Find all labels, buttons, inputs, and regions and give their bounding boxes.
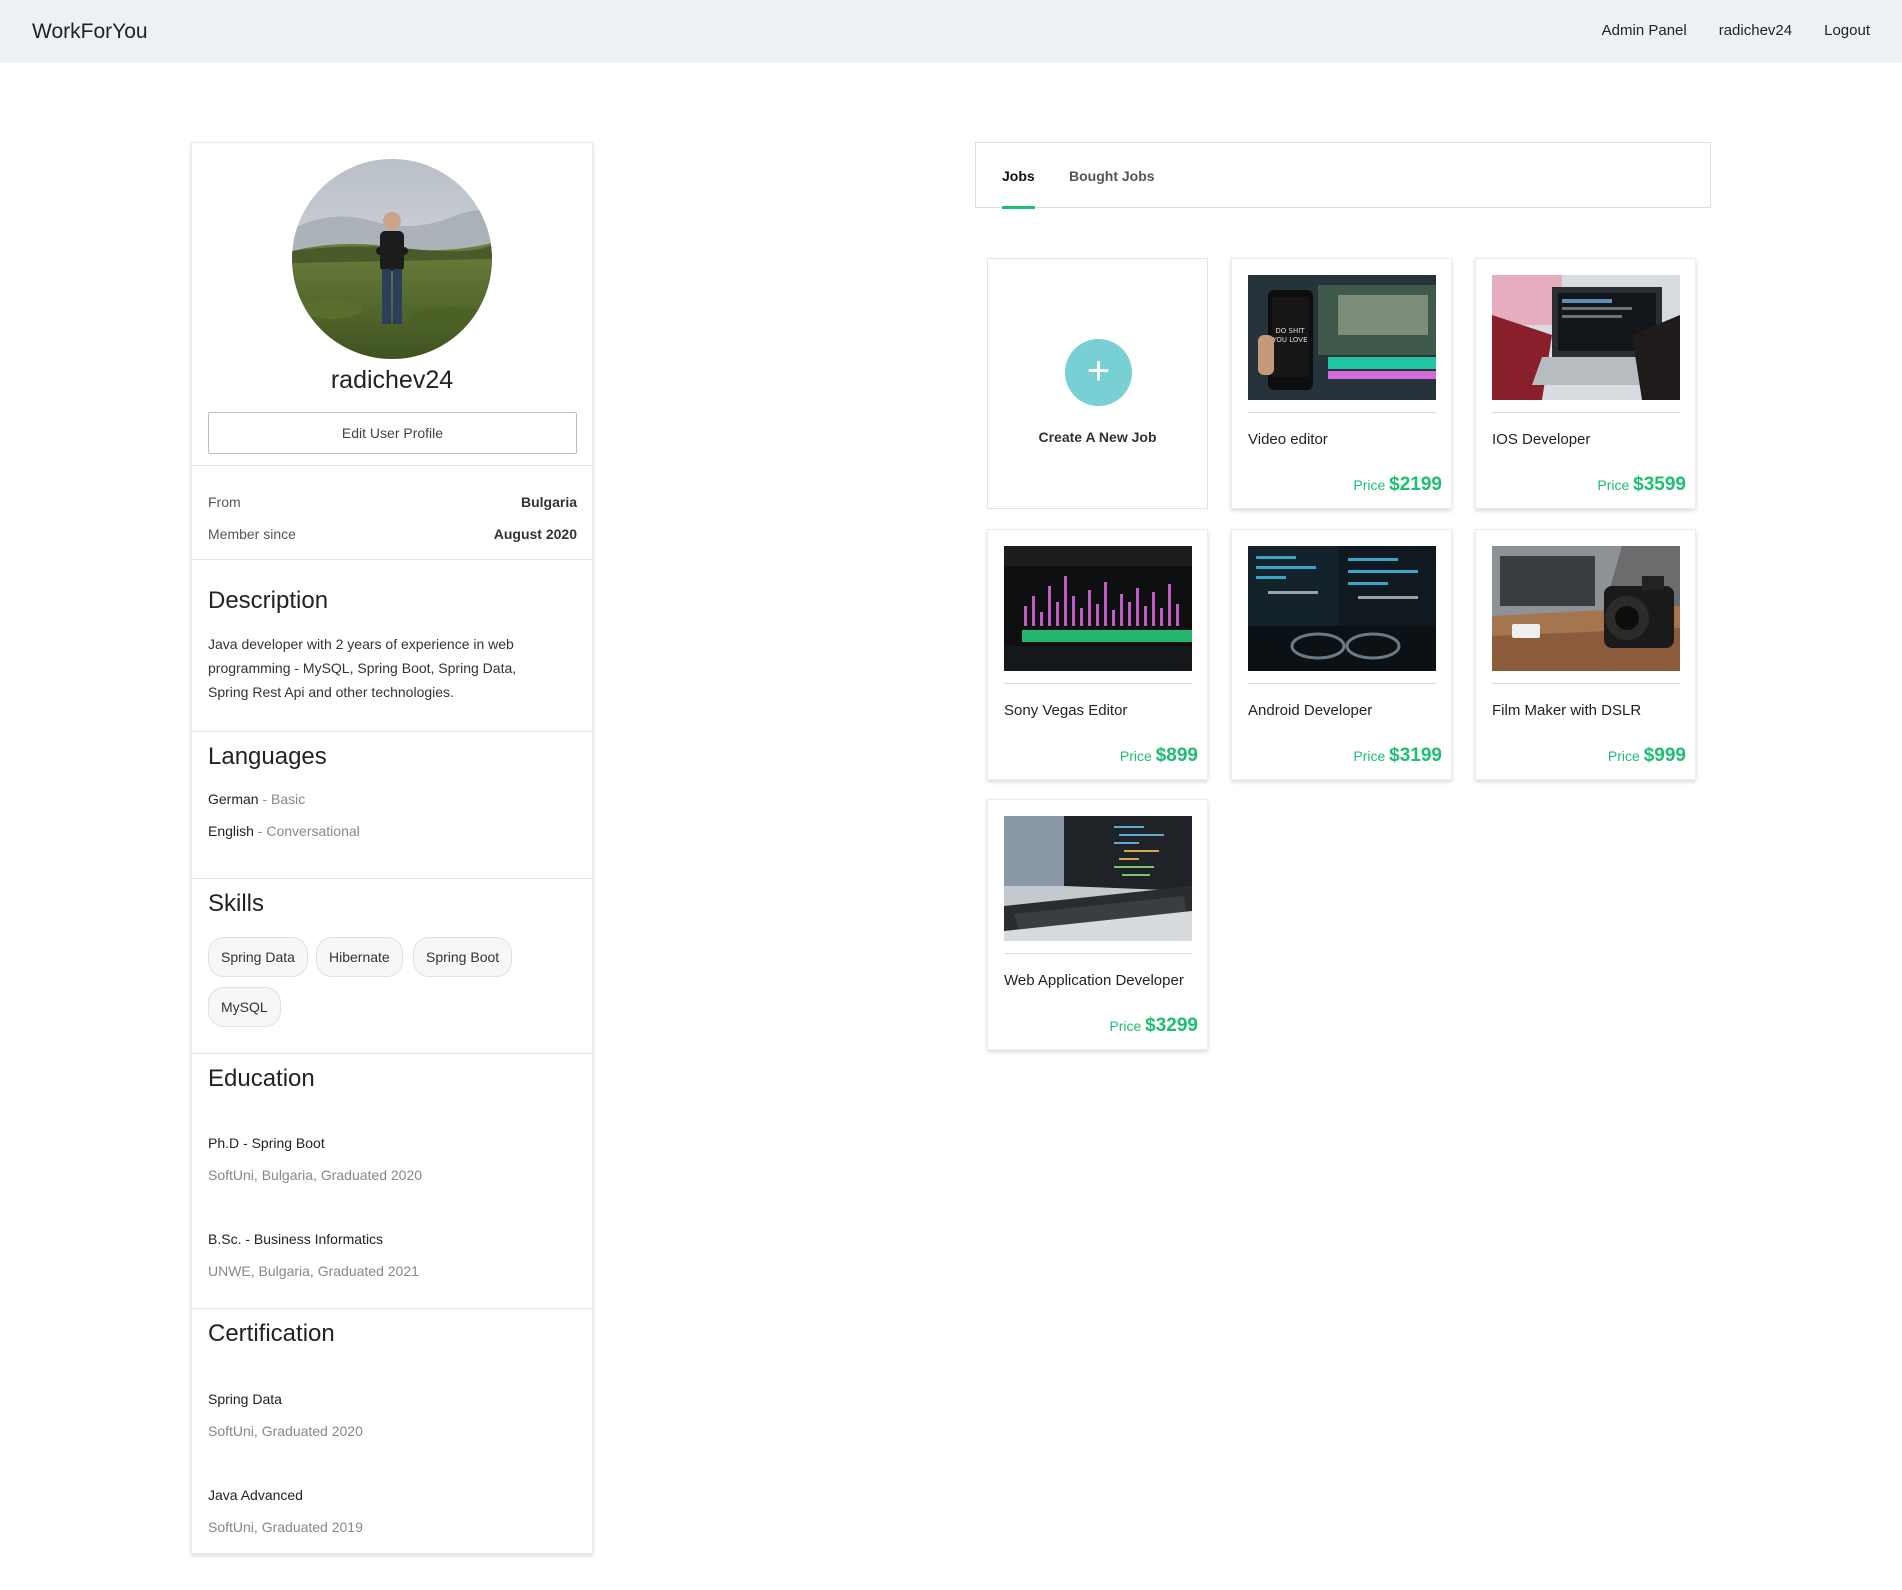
edit-profile-button[interactable]: Edit User Profile [208,412,577,454]
job-price: Price $2199 [1353,474,1442,496]
job-price: Price $899 [1120,745,1198,767]
job-card[interactable]: IOS Developer Price $3599 [1475,258,1696,509]
price-label: Price [1109,1018,1142,1034]
description-text: Java developer with 2 years of experienc… [208,636,517,700]
member-since-row: Member since August 2020 [208,526,577,542]
price-amount: $3299 [1145,1015,1198,1036]
language-item: English - Conversational [208,823,360,839]
job-card[interactable]: Web Application Developer Price $3299 [987,799,1208,1050]
education-degree: Ph.D - Spring Boot [208,1135,325,1151]
macbook-code-image [1004,816,1192,941]
job-price: Price $999 [1608,745,1686,767]
language-level: - Conversational [253,823,360,839]
create-job-card[interactable]: + Create A New Job [987,258,1208,509]
audio-waveform-image [1004,546,1192,671]
dslr-camera-laptop-image [1492,546,1680,671]
job-price: Price $3599 [1597,474,1686,496]
description-title: Description [208,587,329,614]
job-title[interactable]: IOS Developer [1492,431,1590,448]
price-amount: $3599 [1633,474,1686,495]
active-tab-indicator [1002,206,1035,209]
job-card[interactable]: DO SHIT YOU LOVE Video editor Price $219… [1231,258,1452,509]
price-amount: $3199 [1389,745,1442,766]
phone-video-editing-image: DO SHIT YOU LOVE [1248,275,1436,400]
divider [1492,412,1680,413]
member-since-value: August 2020 [493,526,577,542]
education-details: SoftUni, Bulgaria, Graduated 2020 [208,1167,423,1183]
tab-jobs[interactable]: Jobs [1002,168,1035,184]
certification-details: SoftUni, Graduated 2019 [208,1519,363,1535]
education-details: UNWE, Bulgaria, Graduated 2021 [208,1263,419,1279]
price-label: Price [1597,477,1630,493]
skill-chip[interactable]: Spring Data [208,937,308,977]
price-label: Price [1353,477,1386,493]
divider [192,1053,592,1054]
price-amount: $2199 [1389,474,1442,495]
certification-name: Java Advanced [208,1487,303,1503]
svg-text:YOU LOVE: YOU LOVE [1272,336,1308,344]
divider [1248,412,1436,413]
languages-title: Languages [208,743,327,770]
certification-details: SoftUni, Graduated 2020 [208,1423,363,1439]
job-card[interactable]: Android Developer Price $3199 [1231,529,1452,780]
divider [1004,953,1192,954]
profile-card: radichev24 Edit User Profile From Bulgar… [191,142,593,1554]
svg-text:DO SHIT: DO SHIT [1275,327,1305,335]
education-title: Education [208,1065,315,1092]
divider [192,731,592,732]
divider [1248,683,1436,684]
divider [192,1308,592,1309]
from-value: Bulgaria [520,494,577,510]
language-name: English [208,823,254,839]
divider [1004,683,1192,684]
jobs-tabs: Jobs Bought Jobs [975,142,1711,209]
job-title[interactable]: Web Application Developer [1004,972,1184,989]
language-level: - Basic [258,791,306,807]
from-label: From [208,494,241,510]
profile-username: radichev24 [330,366,454,394]
nav-user-profile[interactable]: radichev24 [1719,22,1792,39]
skill-chip[interactable]: MySQL [208,987,281,1027]
nav-links: Admin Panel radichev24 Logout [1602,22,1870,39]
skill-chip[interactable]: Hibernate [316,937,403,977]
avatar-photo-icon [292,159,492,359]
language-item: German - Basic [208,791,305,807]
price-label: Price [1607,748,1640,764]
job-price: Price $3299 [1109,1015,1198,1037]
plus-icon[interactable]: + [1065,339,1132,406]
nav-logout[interactable]: Logout [1824,22,1870,39]
price-amount: $999 [1643,745,1686,766]
price-amount: $899 [1155,745,1198,766]
price-label: Price [1353,748,1386,764]
divider [192,559,592,560]
create-job-label: Create A New Job [1038,429,1157,445]
job-card[interactable]: Sony Vegas Editor Price $899 [987,529,1208,780]
skill-chip[interactable]: Spring Boot [413,937,513,977]
job-title[interactable]: Film Maker with DSLR [1492,702,1641,719]
job-card[interactable]: Film Maker with DSLR Price $999 [1475,529,1696,780]
education-degree: B.Sc. - Business Informatics [208,1231,384,1247]
from-row: From Bulgaria [208,494,577,510]
avatar [292,159,492,359]
navbar: WorkForYou Admin Panel radichev24 Logout [0,0,1902,63]
tab-bought-jobs[interactable]: Bought Jobs [1069,168,1155,184]
price-label: Price [1119,748,1152,764]
job-price: Price $3199 [1353,745,1442,767]
nav-admin-panel[interactable]: Admin Panel [1602,22,1687,39]
divider [192,465,592,466]
certification-name: Spring Data [208,1391,282,1407]
divider [1492,683,1680,684]
member-since-label: Member since [208,526,296,542]
language-name: German [208,791,259,807]
laptop-coding-image [1492,275,1680,400]
skills-title: Skills [208,890,265,917]
code-screen-glasses-image [1248,546,1436,671]
brand-logo[interactable]: WorkForYou [32,20,148,44]
job-title[interactable]: Sony Vegas Editor [1004,702,1127,719]
divider [192,878,592,879]
job-title[interactable]: Video editor [1248,431,1328,448]
certification-title: Certification [208,1320,335,1347]
job-title[interactable]: Android Developer [1248,702,1372,719]
